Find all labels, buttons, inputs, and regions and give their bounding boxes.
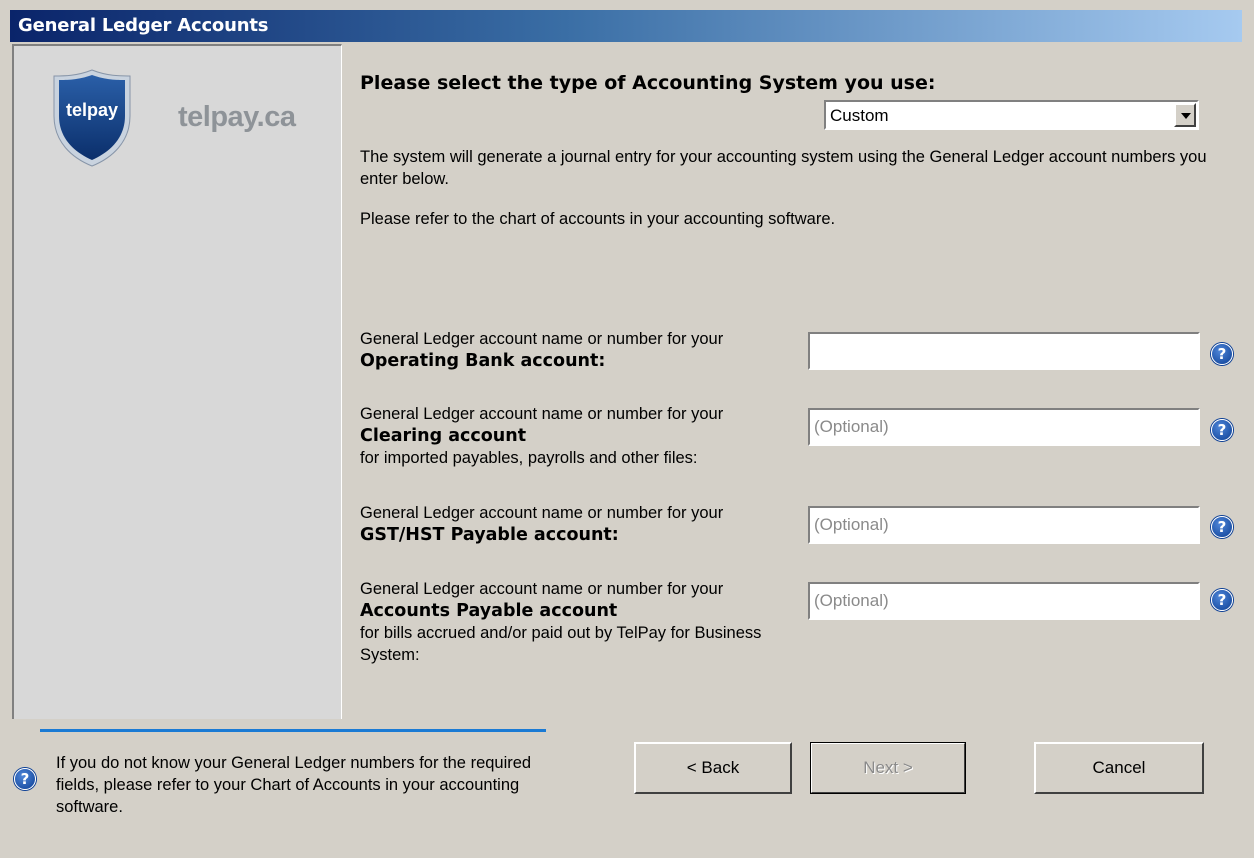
field-note: for bills accrued and/or paid out by Tel…: [360, 624, 762, 664]
help-icon[interactable]: ?: [1211, 419, 1233, 441]
title-bar: General Ledger Accounts: [10, 10, 1242, 42]
chart-hint-text: Please refer to the chart of accounts in…: [360, 210, 836, 228]
field-prefix: General Ledger account name or number fo…: [360, 580, 724, 598]
field-name: Clearing account: [360, 426, 527, 446]
clearing-account-input[interactable]: [810, 410, 1198, 444]
main-content: Please select the type of Accounting Sys…: [344, 44, 1242, 720]
intro-text: The system will generate a journal entry…: [360, 148, 1207, 188]
accounts-payable-field[interactable]: [808, 582, 1200, 620]
footer-help-text: If you do not know your General Ledger n…: [56, 754, 532, 816]
gst-hst-input[interactable]: [810, 508, 1198, 542]
field-note: for imported payables, payrolls and othe…: [360, 449, 698, 467]
field-prefix: General Ledger account name or number fo…: [360, 504, 724, 522]
window-title: General Ledger Accounts: [18, 15, 269, 36]
back-button-label: < Back: [686, 758, 740, 777]
help-icon[interactable]: ?: [1211, 589, 1233, 611]
help-icon[interactable]: ?: [1211, 516, 1233, 538]
back-button[interactable]: < Back: [634, 742, 792, 794]
cancel-button[interactable]: Cancel: [1034, 742, 1204, 794]
next-button[interactable]: Next >: [810, 742, 966, 794]
operating-bank-field[interactable]: [808, 332, 1200, 370]
operating-bank-label: General Ledger account name or number fo…: [360, 328, 800, 372]
accounting-system-value: Custom: [830, 106, 889, 125]
field-prefix: General Ledger account name or number fo…: [360, 405, 724, 423]
clearing-account-field[interactable]: [808, 408, 1200, 446]
accounts-payable-input[interactable]: [810, 584, 1198, 618]
chevron-down-icon[interactable]: [1174, 103, 1196, 127]
wizard-window: General Ledger Accounts telpay telpay.ca…: [0, 0, 1254, 858]
site-name: telpay.ca: [178, 101, 296, 133]
next-button-label: Next >: [863, 758, 913, 777]
help-icon: ?: [14, 768, 36, 790]
field-name: Accounts Payable account: [360, 601, 618, 621]
accounting-system-select[interactable]: Custom: [824, 100, 1199, 130]
accounts-payable-label: General Ledger account name or number fo…: [360, 578, 790, 666]
help-icon[interactable]: ?: [1211, 343, 1233, 365]
cancel-button-label: Cancel: [1092, 758, 1146, 777]
field-name: GST/HST Payable account:: [360, 525, 619, 545]
field-prefix: General Ledger account name or number fo…: [360, 330, 724, 348]
branding-panel: telpay telpay.ca: [12, 44, 342, 719]
field-name: Operating Bank account:: [360, 351, 606, 371]
page-heading: Please select the type of Accounting Sys…: [360, 72, 936, 94]
gst-hst-label: General Ledger account name or number fo…: [360, 502, 800, 546]
clearing-account-label: General Ledger account name or number fo…: [360, 403, 800, 469]
logo-wordmark: telpay: [66, 100, 118, 120]
operating-bank-input[interactable]: [810, 334, 1198, 368]
gst-hst-field[interactable]: [808, 506, 1200, 544]
telpay-logo: telpay: [53, 69, 131, 167]
footer-divider: [40, 729, 546, 732]
